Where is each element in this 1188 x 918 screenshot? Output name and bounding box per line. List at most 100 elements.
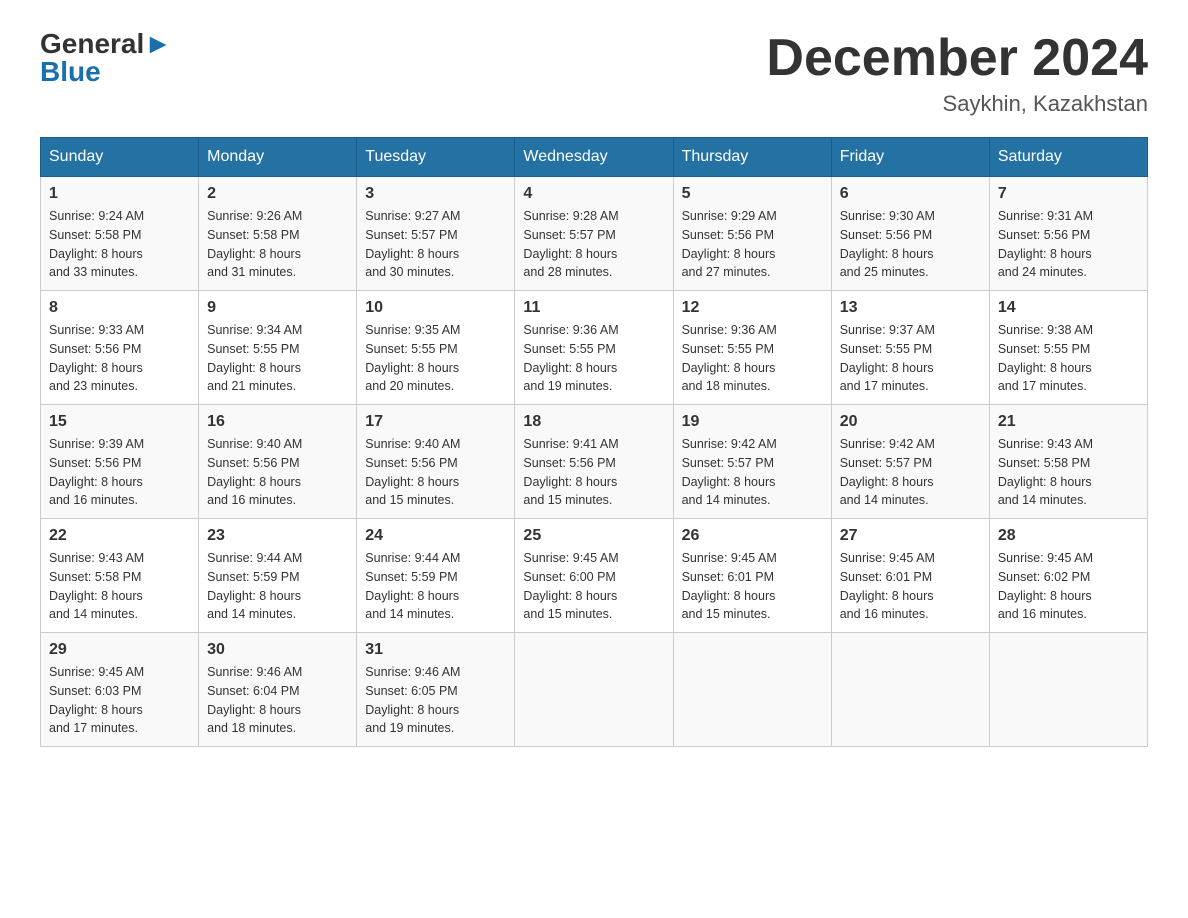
calendar-cell: 25 Sunrise: 9:45 AM Sunset: 6:00 PM Dayl…: [515, 519, 673, 633]
calendar-cell: 19 Sunrise: 9:42 AM Sunset: 5:57 PM Dayl…: [673, 405, 831, 519]
day-number: 5: [682, 185, 823, 203]
day-number: 2: [207, 185, 348, 203]
day-number: 14: [998, 299, 1139, 317]
day-number: 20: [840, 413, 981, 431]
location-text: Saykhin, Kazakhstan: [766, 91, 1148, 117]
day-number: 25: [523, 527, 664, 545]
header-thursday: Thursday: [673, 138, 831, 177]
day-info: Sunrise: 9:44 AM Sunset: 5:59 PM Dayligh…: [207, 549, 348, 624]
calendar-week-row: 15 Sunrise: 9:39 AM Sunset: 5:56 PM Dayl…: [41, 405, 1148, 519]
day-info: Sunrise: 9:42 AM Sunset: 5:57 PM Dayligh…: [682, 435, 823, 510]
day-info: Sunrise: 9:28 AM Sunset: 5:57 PM Dayligh…: [523, 207, 664, 282]
calendar-cell: 23 Sunrise: 9:44 AM Sunset: 5:59 PM Dayl…: [199, 519, 357, 633]
logo-blue-text: Blue: [40, 58, 101, 86]
calendar-cell: [673, 633, 831, 747]
day-info: Sunrise: 9:45 AM Sunset: 6:00 PM Dayligh…: [523, 549, 664, 624]
calendar-cell: 24 Sunrise: 9:44 AM Sunset: 5:59 PM Dayl…: [357, 519, 515, 633]
calendar-cell: 28 Sunrise: 9:45 AM Sunset: 6:02 PM Dayl…: [989, 519, 1147, 633]
day-number: 18: [523, 413, 664, 431]
day-number: 16: [207, 413, 348, 431]
calendar-cell: 15 Sunrise: 9:39 AM Sunset: 5:56 PM Dayl…: [41, 405, 199, 519]
day-info: Sunrise: 9:45 AM Sunset: 6:02 PM Dayligh…: [998, 549, 1139, 624]
calendar-cell: 4 Sunrise: 9:28 AM Sunset: 5:57 PM Dayli…: [515, 177, 673, 291]
header-tuesday: Tuesday: [357, 138, 515, 177]
calendar-cell: 5 Sunrise: 9:29 AM Sunset: 5:56 PM Dayli…: [673, 177, 831, 291]
day-info: Sunrise: 9:31 AM Sunset: 5:56 PM Dayligh…: [998, 207, 1139, 282]
calendar-cell: 17 Sunrise: 9:40 AM Sunset: 5:56 PM Dayl…: [357, 405, 515, 519]
calendar-week-row: 8 Sunrise: 9:33 AM Sunset: 5:56 PM Dayli…: [41, 291, 1148, 405]
day-info: Sunrise: 9:37 AM Sunset: 5:55 PM Dayligh…: [840, 321, 981, 396]
calendar-cell: 27 Sunrise: 9:45 AM Sunset: 6:01 PM Dayl…: [831, 519, 989, 633]
day-number: 3: [365, 185, 506, 203]
day-number: 15: [49, 413, 190, 431]
day-info: Sunrise: 9:46 AM Sunset: 6:05 PM Dayligh…: [365, 663, 506, 738]
calendar-cell: 29 Sunrise: 9:45 AM Sunset: 6:03 PM Dayl…: [41, 633, 199, 747]
day-number: 30: [207, 641, 348, 659]
calendar-cell: 7 Sunrise: 9:31 AM Sunset: 5:56 PM Dayli…: [989, 177, 1147, 291]
day-info: Sunrise: 9:35 AM Sunset: 5:55 PM Dayligh…: [365, 321, 506, 396]
day-info: Sunrise: 9:43 AM Sunset: 5:58 PM Dayligh…: [998, 435, 1139, 510]
day-info: Sunrise: 9:33 AM Sunset: 5:56 PM Dayligh…: [49, 321, 190, 396]
day-info: Sunrise: 9:34 AM Sunset: 5:55 PM Dayligh…: [207, 321, 348, 396]
day-number: 27: [840, 527, 981, 545]
calendar-cell: [989, 633, 1147, 747]
month-title: December 2024: [766, 30, 1148, 87]
logo-triangle-icon: ►: [144, 28, 172, 59]
header-wednesday: Wednesday: [515, 138, 673, 177]
calendar-cell: [515, 633, 673, 747]
day-number: 1: [49, 185, 190, 203]
calendar-cell: 1 Sunrise: 9:24 AM Sunset: 5:58 PM Dayli…: [41, 177, 199, 291]
title-block: December 2024 Saykhin, Kazakhstan: [766, 30, 1148, 117]
day-number: 28: [998, 527, 1139, 545]
day-info: Sunrise: 9:38 AM Sunset: 5:55 PM Dayligh…: [998, 321, 1139, 396]
calendar-cell: 8 Sunrise: 9:33 AM Sunset: 5:56 PM Dayli…: [41, 291, 199, 405]
day-info: Sunrise: 9:29 AM Sunset: 5:56 PM Dayligh…: [682, 207, 823, 282]
calendar-week-row: 22 Sunrise: 9:43 AM Sunset: 5:58 PM Dayl…: [41, 519, 1148, 633]
calendar-cell: 22 Sunrise: 9:43 AM Sunset: 5:58 PM Dayl…: [41, 519, 199, 633]
calendar-cell: 9 Sunrise: 9:34 AM Sunset: 5:55 PM Dayli…: [199, 291, 357, 405]
calendar-cell: 13 Sunrise: 9:37 AM Sunset: 5:55 PM Dayl…: [831, 291, 989, 405]
day-number: 19: [682, 413, 823, 431]
day-number: 8: [49, 299, 190, 317]
calendar-cell: 31 Sunrise: 9:46 AM Sunset: 6:05 PM Dayl…: [357, 633, 515, 747]
day-number: 17: [365, 413, 506, 431]
calendar-cell: 21 Sunrise: 9:43 AM Sunset: 5:58 PM Dayl…: [989, 405, 1147, 519]
calendar-cell: 11 Sunrise: 9:36 AM Sunset: 5:55 PM Dayl…: [515, 291, 673, 405]
day-info: Sunrise: 9:41 AM Sunset: 5:56 PM Dayligh…: [523, 435, 664, 510]
day-number: 12: [682, 299, 823, 317]
day-number: 7: [998, 185, 1139, 203]
day-number: 11: [523, 299, 664, 317]
calendar-cell: 6 Sunrise: 9:30 AM Sunset: 5:56 PM Dayli…: [831, 177, 989, 291]
day-info: Sunrise: 9:36 AM Sunset: 5:55 PM Dayligh…: [523, 321, 664, 396]
calendar-week-row: 29 Sunrise: 9:45 AM Sunset: 6:03 PM Dayl…: [41, 633, 1148, 747]
day-info: Sunrise: 9:42 AM Sunset: 5:57 PM Dayligh…: [840, 435, 981, 510]
logo: General► Blue: [40, 30, 172, 86]
day-info: Sunrise: 9:45 AM Sunset: 6:03 PM Dayligh…: [49, 663, 190, 738]
day-info: Sunrise: 9:27 AM Sunset: 5:57 PM Dayligh…: [365, 207, 506, 282]
day-info: Sunrise: 9:43 AM Sunset: 5:58 PM Dayligh…: [49, 549, 190, 624]
day-number: 23: [207, 527, 348, 545]
calendar-cell: 3 Sunrise: 9:27 AM Sunset: 5:57 PM Dayli…: [357, 177, 515, 291]
logo-general-text: General►: [40, 30, 172, 58]
day-number: 6: [840, 185, 981, 203]
day-number: 9: [207, 299, 348, 317]
day-info: Sunrise: 9:45 AM Sunset: 6:01 PM Dayligh…: [682, 549, 823, 624]
header-sunday: Sunday: [41, 138, 199, 177]
calendar-cell: 2 Sunrise: 9:26 AM Sunset: 5:58 PM Dayli…: [199, 177, 357, 291]
day-number: 31: [365, 641, 506, 659]
day-info: Sunrise: 9:39 AM Sunset: 5:56 PM Dayligh…: [49, 435, 190, 510]
header-monday: Monday: [199, 138, 357, 177]
calendar-cell: 18 Sunrise: 9:41 AM Sunset: 5:56 PM Dayl…: [515, 405, 673, 519]
day-number: 26: [682, 527, 823, 545]
header-friday: Friday: [831, 138, 989, 177]
calendar-week-row: 1 Sunrise: 9:24 AM Sunset: 5:58 PM Dayli…: [41, 177, 1148, 291]
calendar-cell: 16 Sunrise: 9:40 AM Sunset: 5:56 PM Dayl…: [199, 405, 357, 519]
page-header: General► Blue December 2024 Saykhin, Kaz…: [40, 30, 1148, 117]
calendar-cell: 20 Sunrise: 9:42 AM Sunset: 5:57 PM Dayl…: [831, 405, 989, 519]
day-number: 29: [49, 641, 190, 659]
day-number: 24: [365, 527, 506, 545]
header-saturday: Saturday: [989, 138, 1147, 177]
calendar-cell: 12 Sunrise: 9:36 AM Sunset: 5:55 PM Dayl…: [673, 291, 831, 405]
day-info: Sunrise: 9:40 AM Sunset: 5:56 PM Dayligh…: [207, 435, 348, 510]
day-number: 4: [523, 185, 664, 203]
